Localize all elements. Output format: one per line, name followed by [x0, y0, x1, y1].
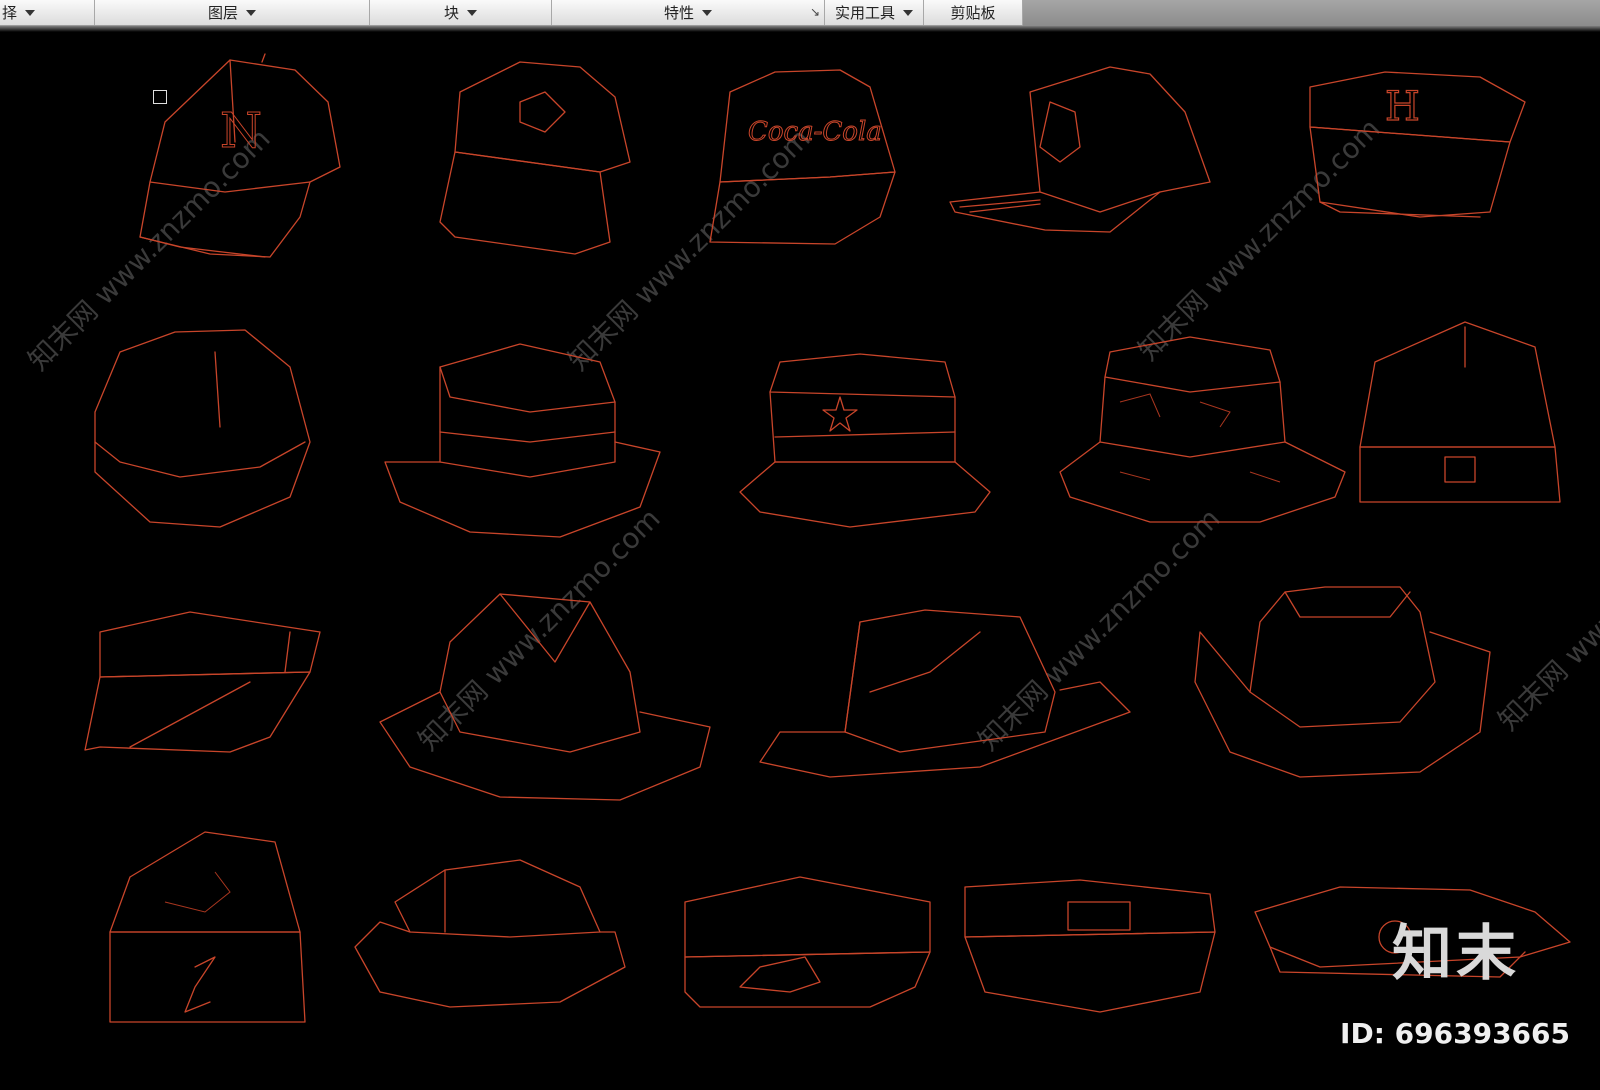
- cap-logo-letter: H: [1385, 84, 1420, 130]
- chevron-down-icon[interactable]: [246, 9, 256, 16]
- hat-boater-14[interactable]: [1194, 586, 1491, 778]
- hat-drawings: 知末网 www.znzmo.com 知末网 www.znzmo.com 知末网 …: [22, 53, 1600, 1023]
- watermark-text: 知末网 www.znzmo.com: [562, 122, 817, 377]
- panel-select[interactable]: 择: [0, 0, 95, 25]
- star-icon: [822, 396, 858, 432]
- panel-layers[interactable]: 图层: [95, 0, 370, 25]
- ribbon-panel-titles: 择 图层 块 特性 ↘ 实用工具 剪贴板: [0, 0, 1023, 26]
- cap-logo-text: N: [220, 103, 262, 159]
- chevron-down-icon[interactable]: [467, 9, 477, 16]
- hat-bucket-7[interactable]: [384, 343, 661, 538]
- hat-beanie-s-15[interactable]: [109, 831, 306, 1023]
- hat-military-cap-17[interactable]: [684, 876, 931, 1008]
- hat-visor-11[interactable]: [84, 611, 321, 753]
- panel-properties-label: 特性: [663, 4, 694, 22]
- panel-clipboard[interactable]: 剪贴板: [924, 0, 1023, 25]
- chevron-down-icon[interactable]: [25, 9, 36, 16]
- watermark-text: 知末网 www.znzmo.com: [1492, 482, 1600, 737]
- hat-beanie-cuff-10[interactable]: [1359, 321, 1561, 503]
- cursor-pickbox-icon: [153, 90, 167, 104]
- dialog-launcher-icon[interactable]: ↘: [810, 5, 820, 19]
- panel-properties[interactable]: 特性 ↘: [552, 0, 825, 25]
- letter-s-icon: [184, 956, 216, 1013]
- panel-block-label: 块: [443, 4, 459, 22]
- chevron-down-icon[interactable]: [702, 9, 712, 16]
- brand-logo: 知末: [1392, 919, 1520, 989]
- panel-select-label: 择: [2, 4, 18, 22]
- ribbon-panel-bar: 择 图层 块 特性 ↘ 实用工具 剪贴板: [0, 0, 1600, 26]
- hat-bucket-camo-9[interactable]: [1059, 336, 1346, 523]
- chevron-down-icon[interactable]: [903, 9, 913, 16]
- watermark-text: 知末网 www.znzmo.com: [22, 122, 277, 377]
- hat-captain-18[interactable]: [964, 879, 1216, 1013]
- watermark-text: 知末网 www.znzmo.com: [1132, 112, 1387, 367]
- brand-id: ID: 696393665: [1340, 1017, 1570, 1050]
- drawing-canvas[interactable]: 知末网 www.znzmo.com 知末网 www.znzmo.com 知末网 …: [0, 32, 1600, 1090]
- panel-utilities-label: 实用工具: [834, 4, 895, 22]
- hat-baseball-cap-4[interactable]: [949, 66, 1211, 233]
- hat-sailor-16[interactable]: [354, 859, 626, 1008]
- hat-beanie-round-6[interactable]: [94, 329, 311, 528]
- watermark-text: 知末网 www.znzmo.com: [972, 502, 1227, 757]
- panel-clipboard-label: 剪贴板: [950, 4, 996, 22]
- panel-block[interactable]: 块: [370, 0, 552, 25]
- hat-baseball-cap-2[interactable]: [439, 61, 631, 255]
- panel-layers-label: 图层: [207, 4, 238, 22]
- hat-bucket-star-8[interactable]: [739, 353, 991, 528]
- cap-logo-script: Coca-Cola: [748, 117, 882, 147]
- watermark-text: 知末网 www.znzmo.com: [412, 502, 667, 757]
- panel-utilities[interactable]: 实用工具: [825, 0, 924, 25]
